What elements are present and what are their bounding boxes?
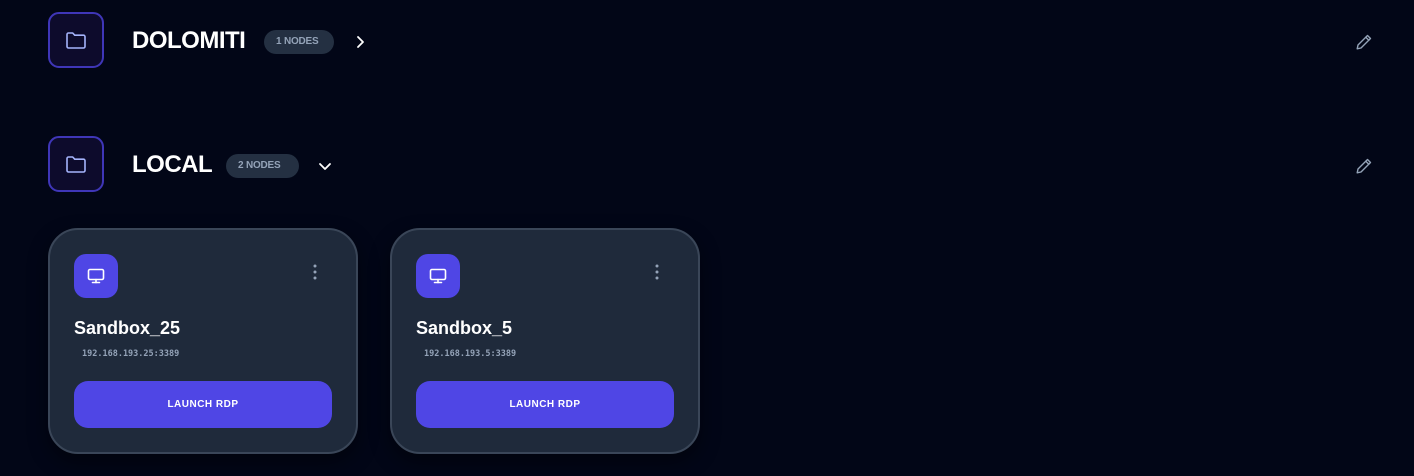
launch-rdp-button[interactable]: LAUNCH RDP — [416, 381, 674, 428]
launch-rdp-button[interactable]: LAUNCH RDP — [74, 381, 332, 428]
chevron-down-icon[interactable] — [316, 157, 334, 175]
node-name: Sandbox_25 — [74, 318, 181, 338]
group-title: DOLOMITI — [132, 27, 246, 54]
monitor-icon — [416, 254, 460, 298]
more-vertical-icon[interactable] — [652, 262, 662, 282]
node-card: Sandbox_5 192.168.193.5:3389 LAUNCH RDP — [390, 228, 700, 454]
node-count-badge: 1 NODES — [264, 30, 334, 54]
folder-icon — [48, 12, 104, 68]
group-title: LOCAL — [132, 151, 213, 178]
pencil-icon[interactable] — [1354, 32, 1374, 52]
more-vertical-icon[interactable] — [310, 262, 320, 282]
monitor-icon — [74, 254, 118, 298]
folder-icon — [48, 136, 104, 192]
group-header-local[interactable]: LOCAL 2 NODES — [48, 136, 1374, 196]
group-header-dolomiti[interactable]: DOLOMITI 1 NODES — [48, 12, 1374, 72]
node-groups-page: DOLOMITI 1 NODES LOCAL 2 NODES Sandbox_2… — [0, 0, 1414, 476]
node-card: Sandbox_25 192.168.193.25:3389 LAUNCH RD… — [48, 228, 358, 454]
pencil-icon[interactable] — [1354, 156, 1374, 176]
chevron-right-icon[interactable] — [351, 33, 369, 51]
node-address: 192.168.193.25:3389 — [82, 349, 180, 359]
node-count-badge: 2 NODES — [226, 154, 299, 178]
node-name: Sandbox_5 — [416, 318, 513, 338]
node-address: 192.168.193.5:3389 — [424, 349, 517, 359]
